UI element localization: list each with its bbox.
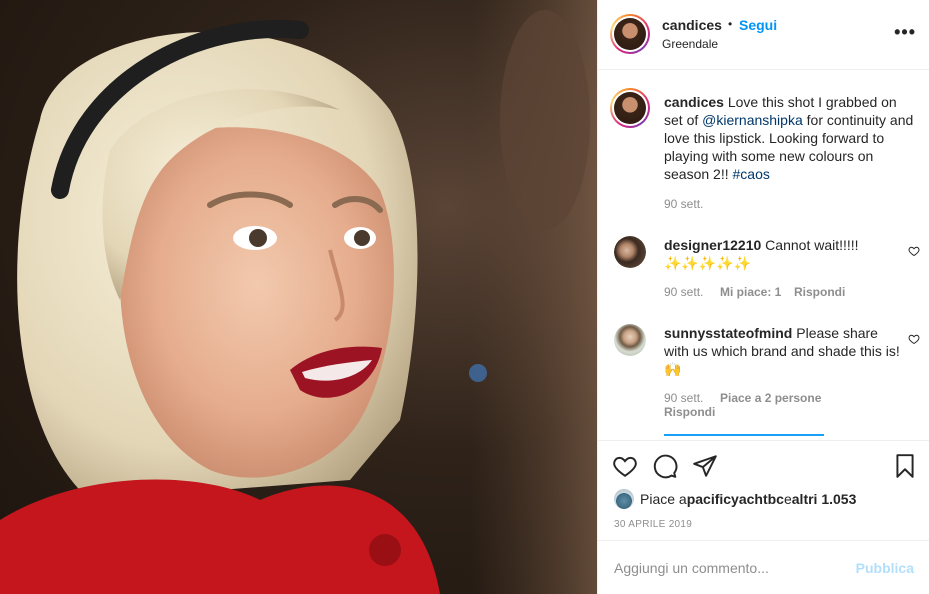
caption-text: candices Love this shot I grabbed on set…	[664, 93, 916, 183]
post-date[interactable]: 30 APRILE 2019	[614, 519, 692, 530]
likes-middle: e	[783, 491, 792, 507]
author-avatar[interactable]	[610, 14, 650, 54]
comment-input[interactable]	[614, 556, 844, 580]
comment-likes-count[interactable]: Mi piace: 1	[720, 285, 781, 299]
add-comment-bar: Pubblica	[598, 540, 929, 594]
caption-mention[interactable]: @kiernanshipka	[702, 112, 803, 128]
comment-text: sunnysstateofmind Please share with us w…	[664, 324, 900, 378]
likes-others-link[interactable]: altri 1.053	[792, 491, 857, 507]
liker-username[interactable]: pacificyachtbc	[687, 491, 784, 507]
comment-text: designer12210 Cannot wait!!!!! ✨✨✨✨✨	[664, 236, 894, 272]
comment-avatar[interactable]	[614, 324, 646, 356]
follow-button[interactable]: Segui	[739, 17, 777, 33]
instagram-post: candices • Segui Greendale ••• candices …	[0, 0, 929, 594]
caption-hashtag[interactable]: #caos	[733, 166, 770, 182]
post-header: candices • Segui Greendale •••	[598, 0, 929, 70]
more-options-icon[interactable]: •••	[894, 22, 916, 43]
post-actions: Piace a pacificyachtbc e altri 1.053 30 …	[598, 440, 929, 540]
comment-username[interactable]: designer12210	[664, 237, 761, 253]
post-location[interactable]: Greendale	[662, 37, 718, 51]
comment-reply-button[interactable]: Rispondi	[664, 405, 715, 419]
caption-avatar[interactable]	[610, 88, 650, 128]
photo-illustration	[0, 0, 597, 594]
liker-avatar[interactable]	[614, 489, 634, 509]
header-separator: •	[728, 17, 733, 31]
author-username[interactable]: candices	[662, 17, 722, 33]
post-photo[interactable]	[0, 0, 597, 594]
comment-reply-button[interactable]: Rispondi	[794, 285, 845, 299]
caption-time[interactable]: 90 sett.	[664, 197, 703, 211]
load-more-indicator	[664, 434, 824, 436]
likes-prefix: Piace a	[640, 491, 687, 507]
comment-avatar[interactable]	[614, 236, 646, 268]
comment-time[interactable]: 90 sett.	[664, 391, 703, 405]
comment-body: Cannot wait!!!!!	[761, 237, 859, 253]
comment-likes-count[interactable]: Piace a 2 persone	[720, 391, 821, 405]
likes-summary: Piace a pacificyachtbc e altri 1.053	[614, 489, 856, 509]
comment-username[interactable]: sunnysstateofmind	[664, 325, 792, 341]
bookmark-icon[interactable]	[892, 453, 918, 479]
comment-icon[interactable]	[652, 453, 678, 479]
comments-section[interactable]: candices Love this shot I grabbed on set…	[598, 70, 929, 440]
publish-button[interactable]: Pubblica	[856, 560, 914, 576]
comment-like-heart-icon[interactable]	[908, 333, 920, 345]
comment-like-heart-icon[interactable]	[908, 245, 920, 257]
caption-username[interactable]: candices	[664, 94, 724, 110]
comment-emoji: 🙌	[664, 361, 682, 377]
heart-icon[interactable]	[612, 453, 638, 479]
comment-time[interactable]: 90 sett.	[664, 285, 703, 299]
post-side-panel: candices • Segui Greendale ••• candices …	[597, 0, 929, 594]
share-icon[interactable]	[692, 453, 718, 479]
comment-emoji: ✨✨✨✨✨	[664, 255, 752, 271]
